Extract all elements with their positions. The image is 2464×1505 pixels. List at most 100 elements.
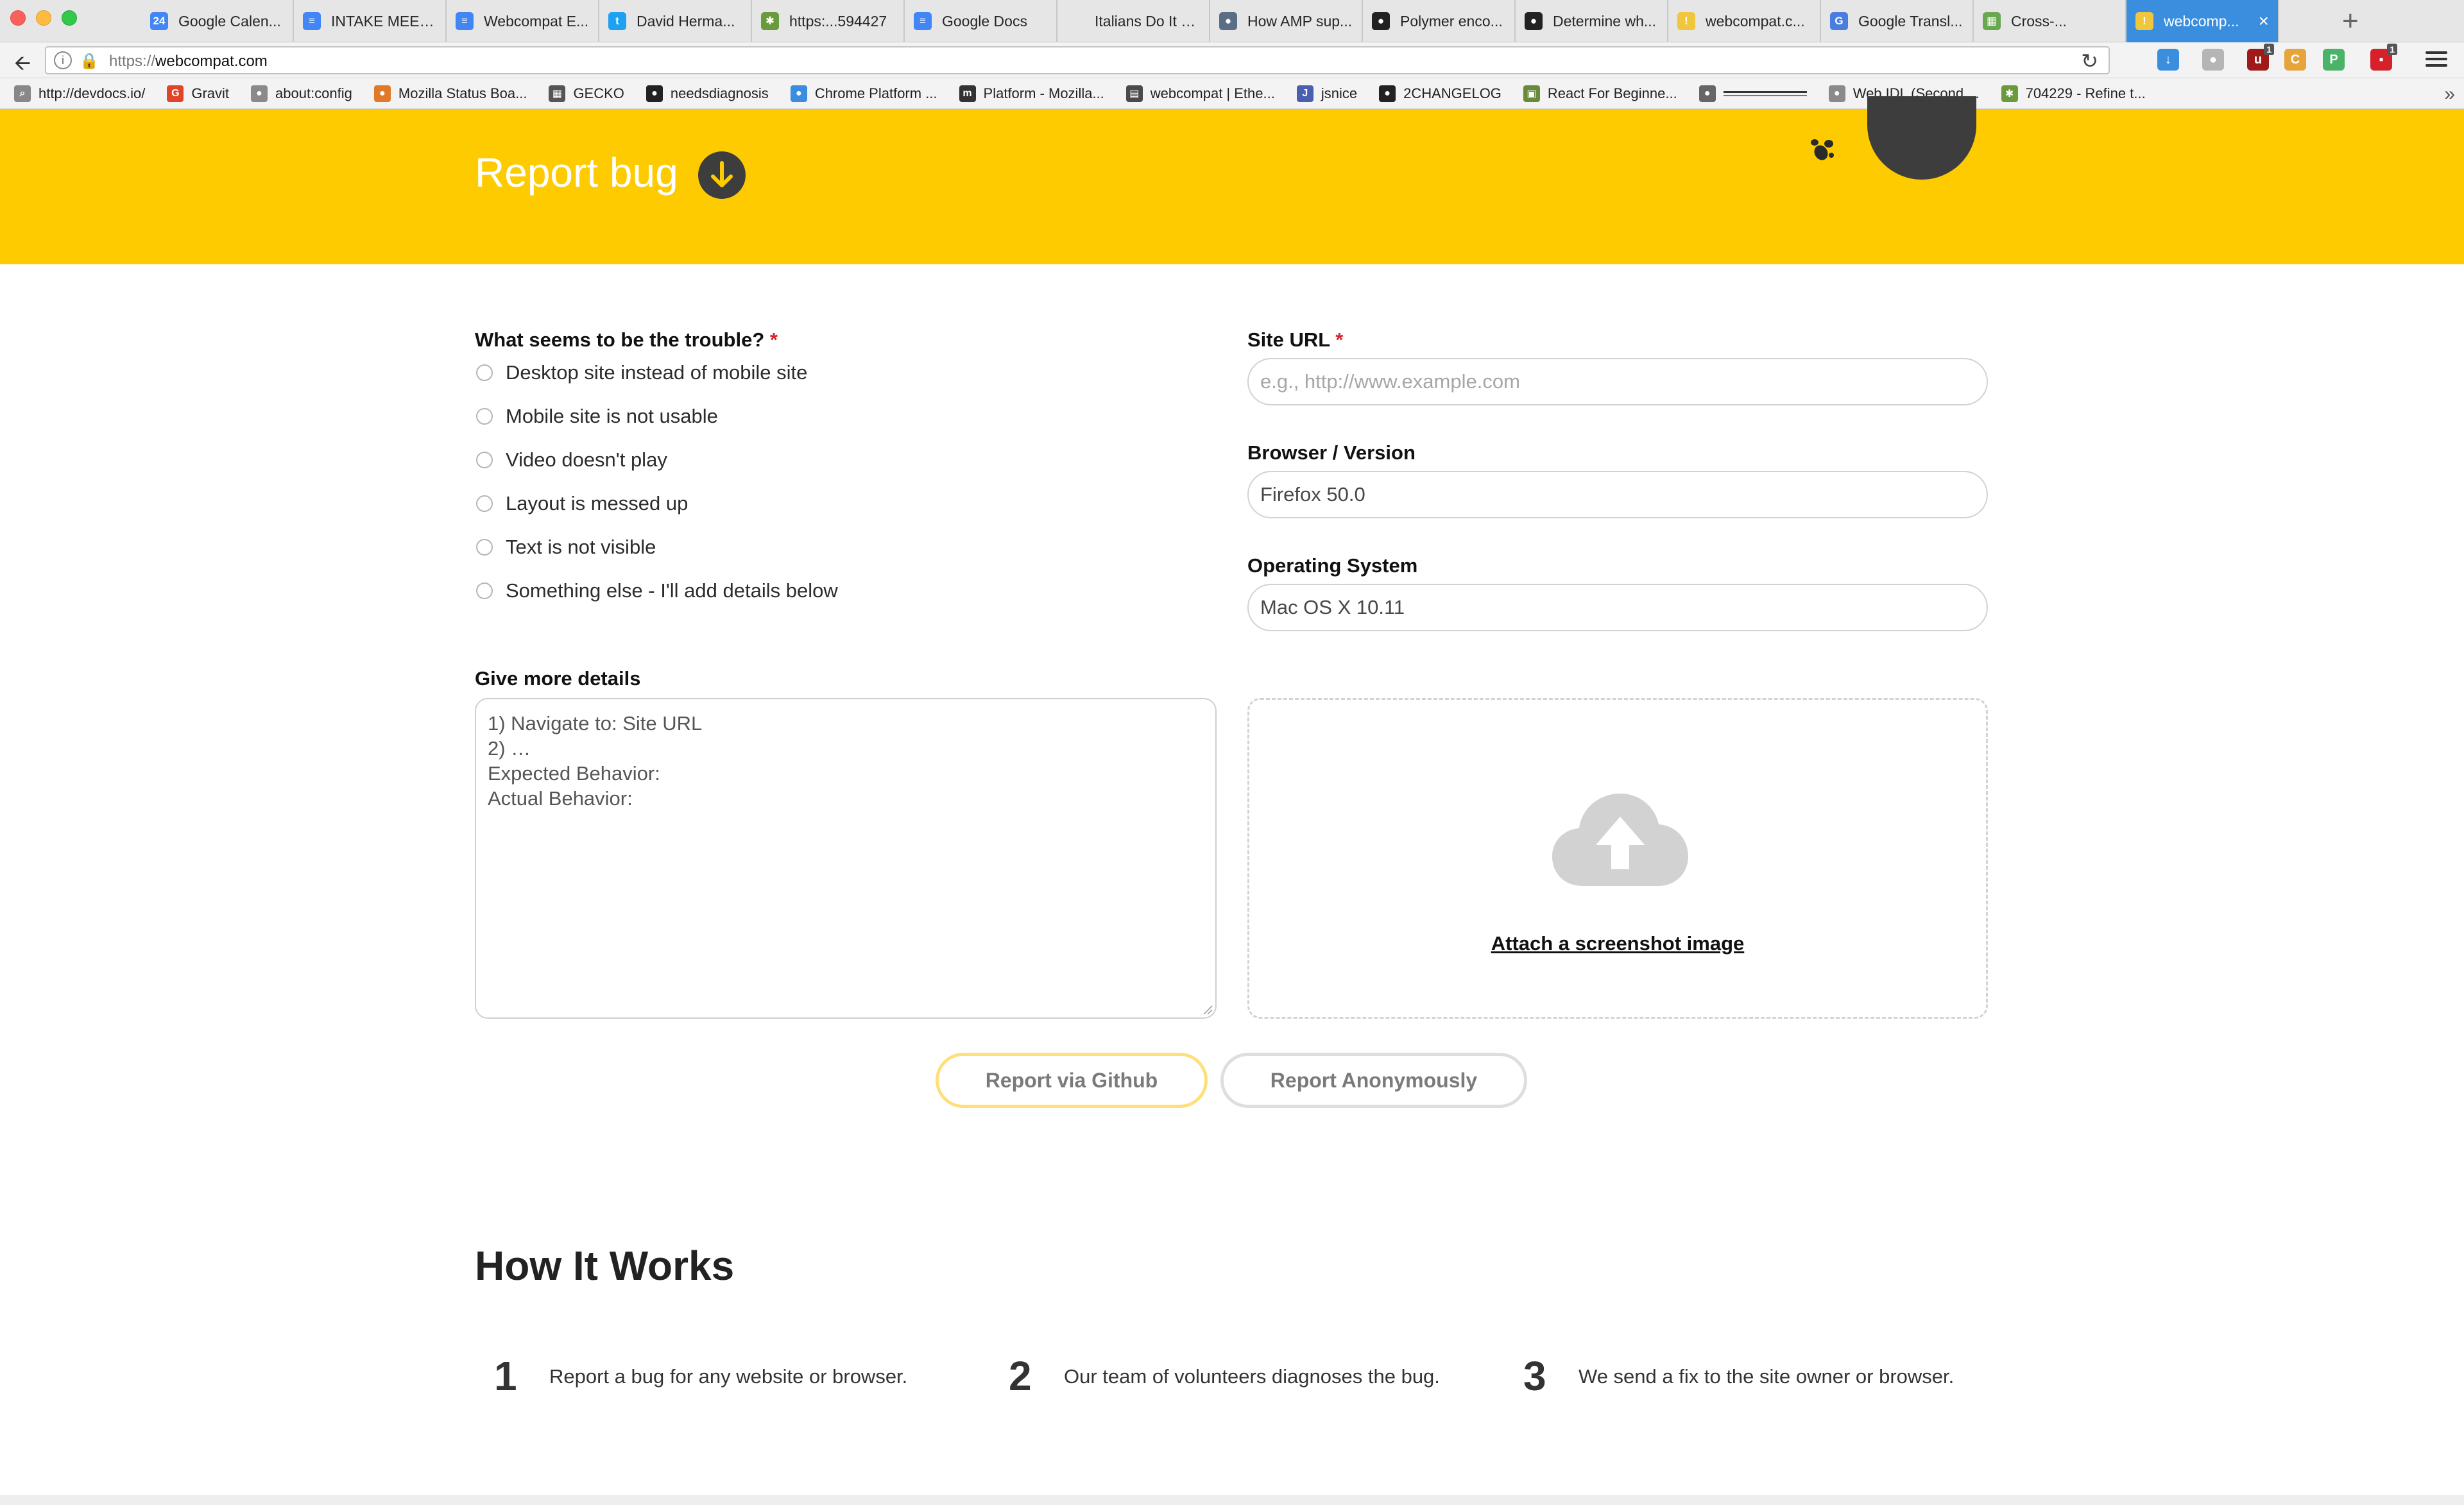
bookmark-item[interactable]: ▤ webcompat | Ethe...: [1125, 85, 1275, 102]
github-icon: ●: [1379, 85, 1396, 102]
bookmark-label: Platform - Mozilla...: [983, 85, 1104, 101]
avatar[interactable]: [1867, 96, 1976, 180]
pushbullet-icon[interactable]: P: [2323, 49, 2345, 71]
bookmarks-overflow-icon[interactable]: »: [2444, 83, 2455, 105]
twitter-icon: t: [608, 12, 626, 30]
close-window-button[interactable]: [10, 10, 26, 26]
radio-button[interactable]: [476, 408, 493, 425]
reload-icon[interactable]: ↻: [2081, 49, 2098, 73]
browser-tab[interactable]: 24 Google Calen...: [141, 0, 294, 42]
navigation-toolbar: 🡨 i 🔒 https://webcompat.com ↻ ↓ ● u 1 C P ▪ 1: [0, 42, 2464, 78]
report-via-github-button[interactable]: Report via Github: [936, 1053, 1208, 1108]
bookmark-item[interactable]: ● Mozilla Status Boa...: [373, 85, 527, 102]
bookmark-item[interactable]: m Platform - Mozilla...: [959, 85, 1104, 102]
bookmark-image: [1723, 90, 1807, 96]
bookmark-item[interactable]: ● needsdiagnosis: [646, 85, 769, 102]
bookmark-item[interactable]: ● about:config: [251, 85, 352, 102]
trouble-option[interactable]: Desktop site instead of mobile site: [475, 361, 807, 384]
details-textarea[interactable]: 1) Navigate to: Site URL 2) … Expected Beh…: [475, 698, 1217, 1019]
arrow-down-icon[interactable]: [698, 151, 746, 199]
browser-input[interactable]: Firefox 50.0: [1247, 471, 1988, 518]
github-icon: ●: [1372, 12, 1390, 30]
required-mark: *: [1335, 328, 1344, 351]
globe-icon: ●: [1828, 85, 1845, 102]
close-tab-icon[interactable]: ×: [2259, 11, 2269, 31]
os-input[interactable]: Mac OS X 10.11: [1247, 584, 1988, 631]
site-url-input[interactable]: e.g., http://www.example.com: [1247, 358, 1988, 405]
bookmark-label: jsnice: [1321, 85, 1358, 101]
webcompat-bug-icon[interactable]: [1808, 136, 1836, 164]
bookmark-item[interactable]: ●: [1698, 85, 1807, 102]
cloud-upload-icon: [1552, 794, 1688, 886]
bookmark-item[interactable]: ⌕ http://devdocs.io/: [14, 85, 145, 102]
chrome-icon: ●: [790, 85, 807, 102]
extension-gray-icon[interactable]: ●: [2202, 49, 2224, 71]
ublock-icon[interactable]: u1: [2247, 44, 2274, 71]
bookmark-item[interactable]: Jjsnice: [1296, 85, 1358, 102]
globe-icon: ●: [1219, 12, 1237, 30]
new-tab-button[interactable]: +: [2342, 5, 2359, 37]
tab-label: Polymer enco...: [1400, 12, 1503, 30]
bookmark-item[interactable]: ● Chrome Platform ...: [790, 85, 937, 102]
resize-grip-icon[interactable]: [1202, 1005, 1213, 1015]
browser-tab[interactable]: ● Polymer enco...: [1363, 0, 1516, 42]
report-anonymously-button[interactable]: Report Anonymously: [1220, 1053, 1527, 1108]
bookmark-item[interactable]: ▣ React For Beginne...: [1523, 85, 1677, 102]
notification-badge: 1: [2387, 44, 2397, 55]
browser-tab[interactable]: ≡ Webcompat E...: [447, 0, 599, 42]
browser-tab[interactable]: ! webcompat.c...: [1668, 0, 1821, 42]
downloads-icon[interactable]: ↓: [2157, 49, 2179, 71]
radio-button[interactable]: [476, 539, 493, 556]
details-line: 1) Navigate to: Site URL: [488, 712, 703, 735]
browser-tab[interactable]: Italians Do It Bett...: [1057, 0, 1210, 42]
bookmarks-bar: ⌕ http://devdocs.io/G Gravit ● about:config ●…: [0, 78, 2464, 109]
browser-tab[interactable]: ● Determine wh...: [1516, 0, 1668, 42]
bug-icon: ✱: [761, 12, 779, 30]
jsnice-icon: J: [1296, 85, 1313, 102]
step-text: Our team of volunteers diagnoses the bug…: [1064, 1365, 1440, 1388]
blank-icon: [1066, 12, 1084, 30]
browser-tab[interactable]: t David Herma...: [599, 0, 752, 42]
screenshot-upload-area[interactable]: Attach a screenshot image: [1247, 698, 1988, 1019]
minimize-window-button[interactable]: [36, 10, 51, 26]
bookmark-item[interactable]: G Gravit: [167, 85, 229, 102]
bookmark-item[interactable]: ▦ GECKO: [549, 85, 624, 102]
trouble-option[interactable]: Layout is messed up: [475, 492, 688, 515]
browser-tab[interactable]: ≡ INTAKE MEET...: [294, 0, 447, 42]
step-number: 3: [1523, 1353, 1546, 1399]
radio-button[interactable]: [476, 495, 493, 512]
url-text[interactable]: https://webcompat.com: [109, 53, 268, 71]
tabs: 24 Google Calen... ≡ INTAKE MEET... ≡ Webcomp…: [141, 0, 2279, 42]
trouble-option[interactable]: Something else - I'll add details below: [475, 579, 838, 602]
color-picker-icon[interactable]: C: [2284, 49, 2306, 71]
bookmark-item[interactable]: ✱ 704229 - Refine t...: [2001, 85, 2146, 102]
url-bar[interactable]: i 🔒 https://webcompat.com ↻: [45, 46, 2110, 74]
radio-button[interactable]: [476, 582, 493, 599]
browser-tab[interactable]: ≡ Google Docs: [905, 0, 1057, 42]
browser-tab[interactable]: G Google Transl...: [1821, 0, 1974, 42]
hamburger-menu-icon[interactable]: [2426, 51, 2447, 68]
todo-icon[interactable]: ▪ 1: [2370, 44, 2397, 71]
trouble-option[interactable]: Mobile site is not usable: [475, 405, 718, 428]
react-icon: ▣: [1523, 85, 1540, 102]
trouble-option[interactable]: Video doesn't play: [475, 448, 667, 472]
trouble-option[interactable]: Text is not visible: [475, 536, 656, 559]
bookmark-item[interactable]: ● 2CHANGELOG: [1379, 85, 1502, 102]
table-icon: ▦: [1983, 12, 2001, 30]
globe-icon: ●: [251, 85, 268, 102]
footer-divider: [0, 1495, 2464, 1505]
lock-icon: 🔒: [80, 53, 99, 70]
tab-label: How AMP sup...: [1247, 12, 1353, 30]
radio-button[interactable]: [476, 364, 493, 381]
browser-tab[interactable]: ● How AMP sup...: [1210, 0, 1363, 42]
tab-label: Determine wh...: [1553, 12, 1657, 30]
tab-label: Google Docs: [942, 12, 1027, 30]
attach-screenshot-link[interactable]: Attach a screenshot image: [1249, 932, 1986, 955]
maximize-window-button[interactable]: [62, 10, 77, 26]
browser-tab[interactable]: ! webcomp... ×: [2126, 0, 2279, 42]
step-number: 2: [1009, 1353, 1032, 1399]
browser-tab[interactable]: ✱ https:...594427: [752, 0, 905, 42]
browser-tab[interactable]: ▦ Cross-...: [1974, 0, 2126, 42]
info-icon[interactable]: i: [54, 51, 72, 69]
radio-button[interactable]: [476, 452, 493, 468]
